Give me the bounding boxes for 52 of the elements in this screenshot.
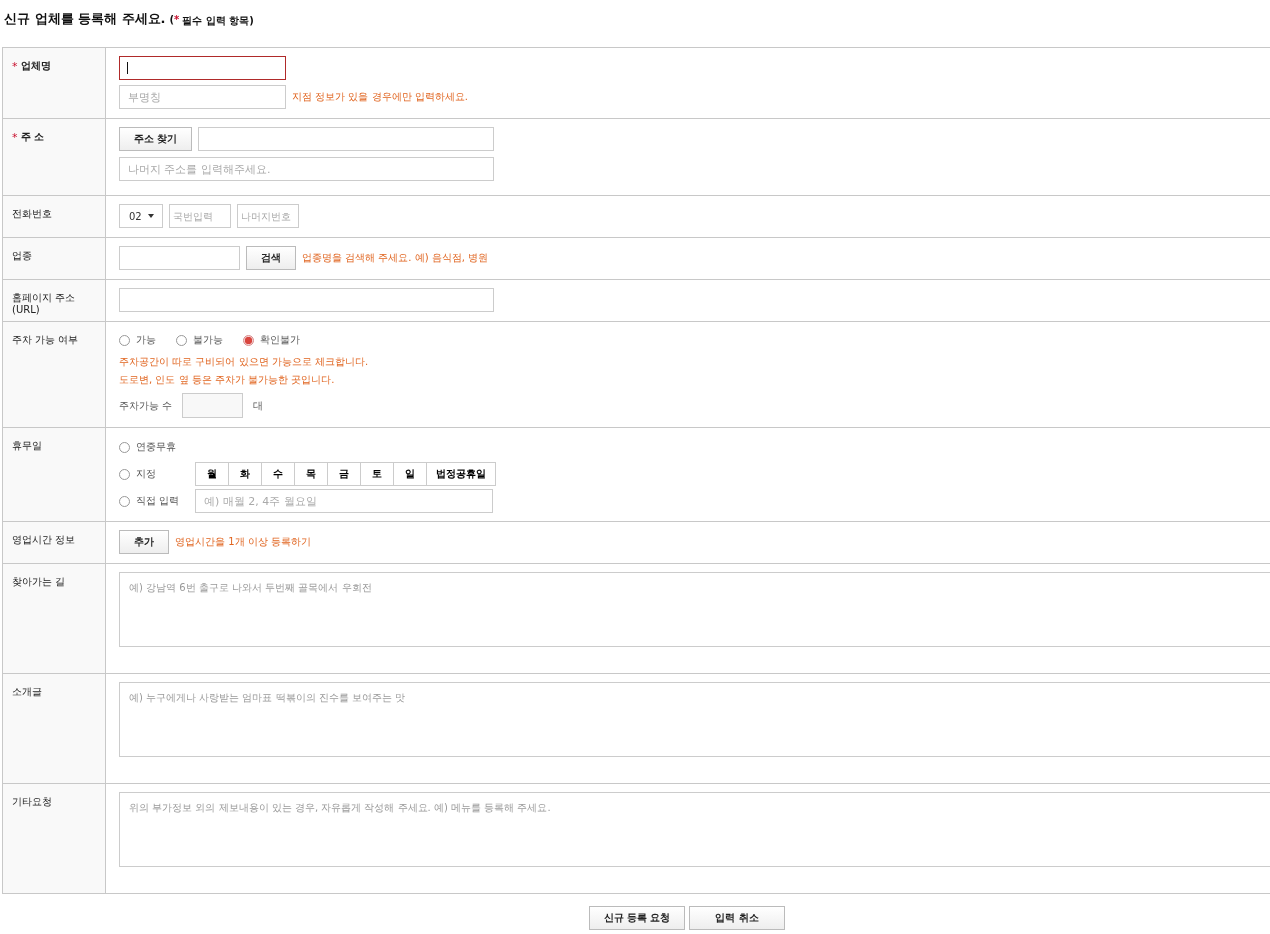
radio-label[interactable]: 가능	[136, 333, 156, 347]
field-label: 업체명	[20, 60, 51, 73]
field-label: 주차 가능 여부	[12, 334, 79, 346]
url-field[interactable]	[119, 288, 494, 312]
text-cursor	[127, 62, 128, 74]
text-area[interactable]: 예) 누구에게나 사랑받는 엄마표 떡볶이의 진수를 보여주는 맛	[119, 682, 1270, 757]
field-label: 기타요청	[12, 796, 52, 808]
radio-label[interactable]: 확인불가	[260, 333, 300, 347]
radio-button[interactable]	[243, 334, 254, 346]
area-code-select[interactable]: 02	[119, 204, 163, 228]
search-button[interactable]: 검색	[246, 246, 296, 270]
input-field[interactable]	[119, 56, 286, 80]
field-label: 전화번호	[12, 208, 52, 220]
radio-label[interactable]: 불가능	[193, 333, 223, 347]
field-label: 홈페이지 주소 (URL)	[12, 292, 76, 316]
hint-text: 주차공간이 따로 구비되어 있으면 가능으로 체크합니다.	[119, 355, 370, 369]
radio-label[interactable]: 직접 입력	[136, 494, 180, 508]
radio-button[interactable]	[119, 334, 130, 346]
hint-text: 지점 정보가 있을 경우에만 입력하세요.	[292, 90, 468, 104]
field-label: 찾아가는 길	[12, 576, 66, 588]
text-area[interactable]: 위의 부가정보 외의 제보내용이 있는 경우, 자유롭게 작성해 주세요. 예) 메뉴를 등록해 주세요.	[119, 792, 1270, 867]
radio-button[interactable]	[176, 334, 187, 346]
unit-label: 대	[253, 398, 264, 413]
count-label: 주차가능 수	[119, 398, 173, 413]
required-mark: *	[12, 60, 18, 73]
field-label: 영업시간 정보	[12, 534, 76, 546]
radio-button[interactable]	[119, 468, 130, 480]
caret-icon	[147, 214, 154, 218]
radio-label[interactable]: 지정	[136, 467, 156, 481]
address-search-button[interactable]: 주소 찾기	[119, 127, 193, 151]
add-button[interactable]: 추가	[119, 530, 169, 554]
field-label: 휴무일	[12, 440, 42, 452]
field-label: 주 소	[20, 131, 44, 144]
cancel-button[interactable]: 입력 취소	[689, 906, 785, 930]
submit-button[interactable]: 신규 등록 요청	[589, 906, 685, 930]
required-mark: *	[12, 131, 18, 144]
field-label: 소개글	[12, 686, 42, 698]
hint-text: 도로변, 인도 옆 등은 주차가 불가능한 곳입니다.	[119, 373, 336, 387]
count-field[interactable]	[182, 393, 244, 418]
radio-label[interactable]: 연중무휴	[136, 440, 176, 454]
required-mark: *	[174, 14, 180, 27]
radio-button[interactable]	[119, 495, 130, 507]
page-title: 신규 업체를 등록해 주세요.	[3, 10, 166, 28]
field-label: 업종	[12, 250, 32, 262]
radio-button[interactable]	[119, 441, 130, 453]
text-area[interactable]: 예) 강남역 6번 출구로 나와서 두번째 골목에서 우회전	[119, 572, 1270, 647]
area-code: 02	[129, 210, 142, 222]
hint-text: 업종명을 검색해 주세요. 예) 음식점, 병원	[302, 251, 489, 265]
required-note-open: (	[169, 14, 175, 27]
required-note: 필수 입력 항목)	[182, 14, 254, 28]
address-field[interactable]	[198, 127, 495, 151]
hint-text: 영업시간을 1개 이상 등록하기	[175, 535, 311, 549]
